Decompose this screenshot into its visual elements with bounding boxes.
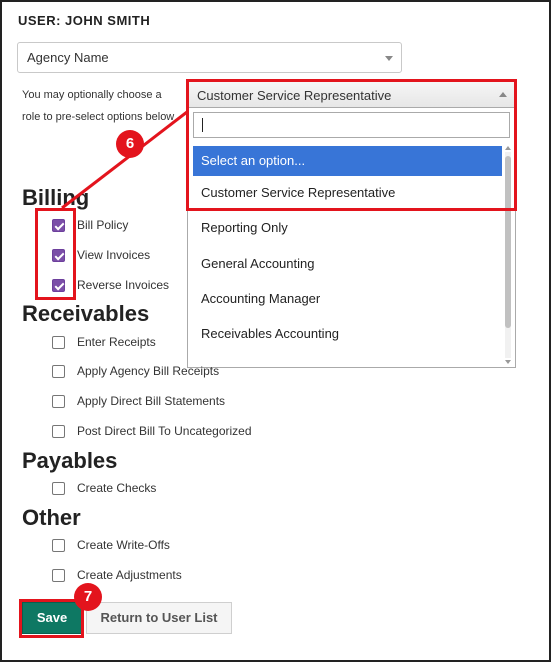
permission-label: View Invoices [77,248,151,262]
chevron-down-icon [385,56,393,61]
role-option[interactable]: Receivables Accounting [193,319,502,349]
checkbox[interactable] [52,395,65,408]
hint-line: You may optionally choose a [22,89,162,101]
agency-select[interactable]: Agency Name [17,42,402,73]
hint-line: role to pre-select options below [22,111,175,123]
annotation-badge-step-7: 7 [74,583,102,611]
permission-label: Apply Direct Bill Statements [77,394,226,408]
permission-label: Reverse Invoices [77,278,170,292]
checkbox[interactable] [52,569,65,582]
checkbox[interactable] [52,425,65,438]
return-to-user-list-button[interactable]: Return to User List [86,602,232,634]
annotation-box-save [19,599,84,638]
checkbox[interactable] [52,539,65,552]
annotation-badge-step-6: 6 [116,130,144,158]
section-heading-receivables: Receivables [22,301,150,326]
scroll-down-icon[interactable] [505,360,511,364]
role-option[interactable]: Reporting Only [193,213,502,243]
annotation-box-role-dropdown [186,79,517,211]
section-heading-other: Other [22,505,81,530]
role-option[interactable]: Accounting Manager [193,284,502,314]
section-heading-payables: Payables [22,448,118,473]
checkbox[interactable] [52,336,65,349]
permission-label: Create Checks [77,481,157,495]
agency-select-value: Agency Name [27,50,109,65]
permission-label: Apply Agency Bill Receipts [77,364,220,378]
role-hint-text: You may optionally choose a role to pre-… [22,84,187,128]
permission-label: Bill Policy [77,218,129,232]
permission-label: Post Direct Bill To Uncategorized [77,424,252,438]
checkbox[interactable] [52,365,65,378]
permission-label: Create Write-Offs [77,538,170,552]
permission-label: Create Adjustments [77,568,182,582]
annotation-box-billing-checkboxes [35,208,76,300]
role-option[interactable]: General Accounting [193,249,502,279]
checkbox[interactable] [52,482,65,495]
permission-label: Enter Receipts [77,335,156,349]
page-title: USER: JOHN SMITH [18,13,151,28]
